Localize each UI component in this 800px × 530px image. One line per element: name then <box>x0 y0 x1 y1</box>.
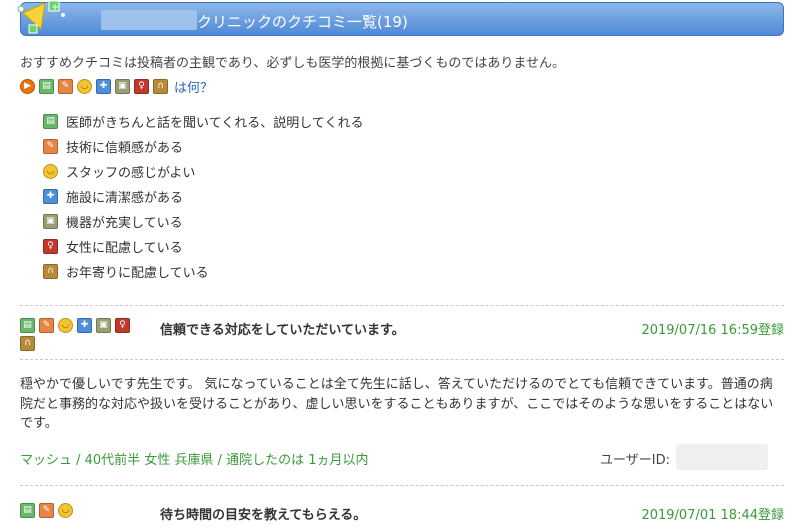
review-title[interactable]: 待ち時間の目安を教えてもらえる。 <box>160 504 366 523</box>
clean-icon: ✚ <box>43 189 58 204</box>
review-feature-icons: ▤ ✎ ◡ ✚ ▣ ♀ ∩ <box>20 318 150 354</box>
tech-icon: ✎ <box>39 503 54 518</box>
disclaimer-text: おすすめクチコミは投稿者の主観であり、必ずしも医学的根拠に基づくものではありませ… <box>20 56 565 71</box>
staff-icon: ◡ <box>43 164 58 179</box>
svg-text:+: + <box>51 2 59 13</box>
legend-item: ◡ スタッフの感じがよい <box>43 159 363 184</box>
equipment-icon: ▣ <box>43 214 58 229</box>
legend-label: 技術に信頼感がある <box>66 141 184 156</box>
review-body: 穏やかで優しいです先生です。 気になっていることは全て先生に話し、答えていただけ… <box>20 377 774 431</box>
legend-label: 女性に配慮している <box>66 241 183 256</box>
legend-label: スタッフの感じがよい <box>66 166 196 181</box>
legend-item: ▤ 医師がきちんと話を聞いてくれる、説明してくれる <box>43 109 363 134</box>
tech-icon: ✎ <box>43 139 58 154</box>
legend-item: ✚ 施設に清潔感がある <box>43 184 363 209</box>
elderly-icon: ∩ <box>153 79 168 94</box>
legend-item: ✎ 技術に信頼感がある <box>43 134 363 159</box>
women-icon: ♀ <box>115 318 130 333</box>
user-id-redacted <box>676 444 768 470</box>
page-title: クリニックのクチコミ一覧(19) <box>197 13 408 31</box>
doctor-icon: ▤ <box>20 318 35 333</box>
doctor-icon: ▤ <box>43 114 58 129</box>
staff-icon: ◡ <box>58 318 73 333</box>
legend-item: ▣ 機器が充実している <box>43 209 363 234</box>
what-is-this-link[interactable]: は何？ <box>174 77 213 96</box>
women-icon: ♀ <box>43 239 58 254</box>
party-popper-icon: + <box>17 0 65 34</box>
clean-icon: ✚ <box>77 318 92 333</box>
equipment-icon: ▣ <box>96 318 111 333</box>
legend-item: ∩ お年寄りに配慮している <box>43 259 363 284</box>
equipment-icon: ▣ <box>115 79 130 94</box>
clinic-name-redacted <box>101 10 197 30</box>
header-bar: + クリニックのクチコミ一覧(19) <box>17 0 784 36</box>
play-icon[interactable]: ▶ <box>20 79 35 94</box>
tech-icon: ✎ <box>39 318 54 333</box>
feature-icon-row: ▶ ▤ ✎ ◡ ✚ ▣ ♀ ∩ は何？ <box>20 77 213 96</box>
legend-label: お年寄りに配慮している <box>66 266 209 281</box>
staff-icon: ◡ <box>77 79 92 94</box>
doctor-icon: ▤ <box>20 503 35 518</box>
women-icon: ♀ <box>134 79 149 94</box>
section-divider <box>20 485 784 486</box>
review-title[interactable]: 信頼できる対応をしていただいています。 <box>160 319 405 338</box>
legend-label: 施設に清潔感がある <box>66 191 184 206</box>
section-divider <box>20 305 784 306</box>
staff-icon: ◡ <box>58 503 73 518</box>
review-date: 2019/07/16 16:59登録 <box>641 323 784 338</box>
elderly-icon: ∩ <box>43 264 58 279</box>
legend-label: 機器が充実している <box>66 216 183 231</box>
user-id-label: ユーザーID: <box>600 453 670 468</box>
review-divider <box>20 359 784 360</box>
tech-icon: ✎ <box>58 79 73 94</box>
doctor-icon: ▤ <box>39 79 54 94</box>
legend-item: ♀ 女性に配慮している <box>43 234 363 259</box>
reviewer-meta: マッシュ / 40代前半 女性 兵庫県 / 通院したのは 1ヵ月以内 <box>20 453 369 468</box>
review-date: 2019/07/01 18:44登録 <box>641 508 784 523</box>
clean-icon: ✚ <box>96 79 111 94</box>
elderly-icon: ∩ <box>20 336 35 351</box>
legend-label: 医師がきちんと話を聞いてくれる、説明してくれる <box>66 116 364 131</box>
review-feature-icons: ▤ ✎ ◡ <box>20 503 150 521</box>
icon-legend: ▤ 医師がきちんと話を聞いてくれる、説明してくれる ✎ 技術に信頼感がある ◡ … <box>43 109 363 284</box>
